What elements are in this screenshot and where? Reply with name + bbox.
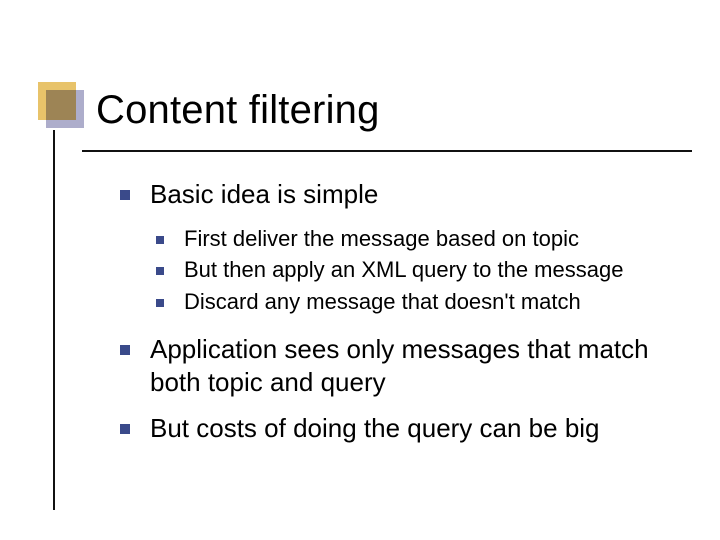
square-bullet-icon bbox=[156, 299, 164, 307]
slide: Content filtering Basic idea is simple F… bbox=[0, 0, 720, 540]
slide-title: Content filtering bbox=[96, 88, 380, 133]
bullet-level1: But costs of doing the query can be big bbox=[120, 412, 680, 445]
horizontal-rule bbox=[82, 150, 692, 152]
bullet-text: But then apply an XML query to the messa… bbox=[184, 257, 623, 282]
bullet-level2: Discard any message that doesn't match bbox=[156, 288, 680, 316]
corner-ornament bbox=[38, 82, 82, 126]
square-bullet-icon bbox=[120, 190, 130, 200]
bullet-text: First deliver the message based on topic bbox=[184, 226, 579, 251]
bullet-text: Discard any message that doesn't match bbox=[184, 289, 581, 314]
sub-bullet-group: First deliver the message based on topic… bbox=[120, 225, 680, 316]
square-bullet-icon bbox=[120, 345, 130, 355]
slide-body: Basic idea is simple First deliver the m… bbox=[120, 178, 680, 459]
bullet-text: Basic idea is simple bbox=[150, 179, 378, 209]
bullet-level2: But then apply an XML query to the messa… bbox=[156, 256, 680, 284]
ornament-square-violet bbox=[46, 90, 84, 128]
vertical-rule bbox=[53, 130, 55, 510]
square-bullet-icon bbox=[156, 236, 164, 244]
square-bullet-icon bbox=[156, 267, 164, 275]
bullet-level2: First deliver the message based on topic bbox=[156, 225, 680, 253]
square-bullet-icon bbox=[120, 424, 130, 434]
bullet-text: Application sees only messages that matc… bbox=[150, 334, 649, 397]
bullet-text: But costs of doing the query can be big bbox=[150, 413, 600, 443]
bullet-level1: Application sees only messages that matc… bbox=[120, 333, 680, 398]
bullet-level1: Basic idea is simple bbox=[120, 178, 680, 211]
